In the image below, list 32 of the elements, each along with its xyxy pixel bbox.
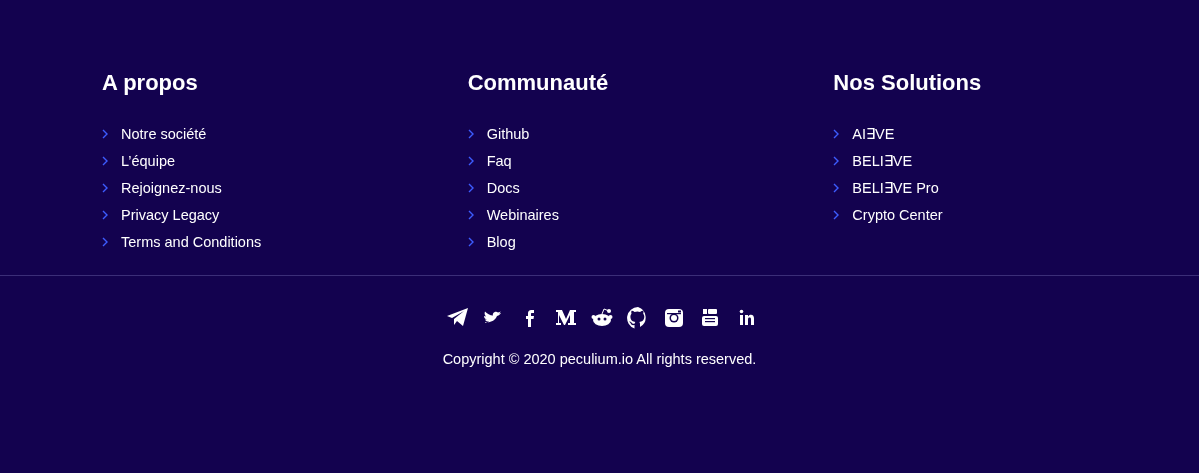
footer-link[interactable]: AI∃VE <box>852 125 895 142</box>
column-heading: Communauté <box>467 70 609 96</box>
chevron-icon <box>102 236 109 247</box>
chevron-icon <box>467 128 475 139</box>
chevron-icon <box>467 155 475 166</box>
chevron-icon <box>467 182 475 193</box>
footer-link[interactable]: Webinaires <box>486 206 559 223</box>
copyright-text: Copyright © 2020 peculium.io All rights reserved. <box>442 351 757 367</box>
footer-link[interactable]: L’équipe <box>121 152 176 169</box>
footer-link[interactable]: Crypto Center <box>852 206 943 223</box>
column-heading: Nos Solutions <box>833 70 982 96</box>
chevron-icon <box>833 128 841 139</box>
footer-link[interactable]: Docs <box>486 179 520 196</box>
chevron-icon <box>833 209 841 220</box>
footer-link[interactable]: Blog <box>486 233 516 250</box>
footer-link[interactable]: Faq <box>486 152 512 169</box>
chevron-icon <box>467 209 475 220</box>
footer-link[interactable]: Rejoignez-nous <box>121 179 222 196</box>
chevron-icon <box>102 128 109 139</box>
chevron-icon <box>833 155 841 166</box>
chevron-icon <box>102 182 109 193</box>
footer-link[interactable]: Terms and Conditions <box>121 233 262 250</box>
footer-link[interactable]: BELI∃VE Pro <box>852 179 939 196</box>
chevron-icon <box>102 155 109 166</box>
footer-link[interactable]: BELI∃VE <box>852 152 913 169</box>
chevron-icon <box>102 209 109 220</box>
column-heading: A propos <box>102 70 198 96</box>
footer-link[interactable]: Github <box>486 125 530 142</box>
footer-link[interactable]: Notre société <box>121 125 207 142</box>
chevron-icon <box>467 236 475 247</box>
chevron-icon <box>833 182 841 193</box>
footer-link[interactable]: Privacy Legacy <box>121 206 220 223</box>
